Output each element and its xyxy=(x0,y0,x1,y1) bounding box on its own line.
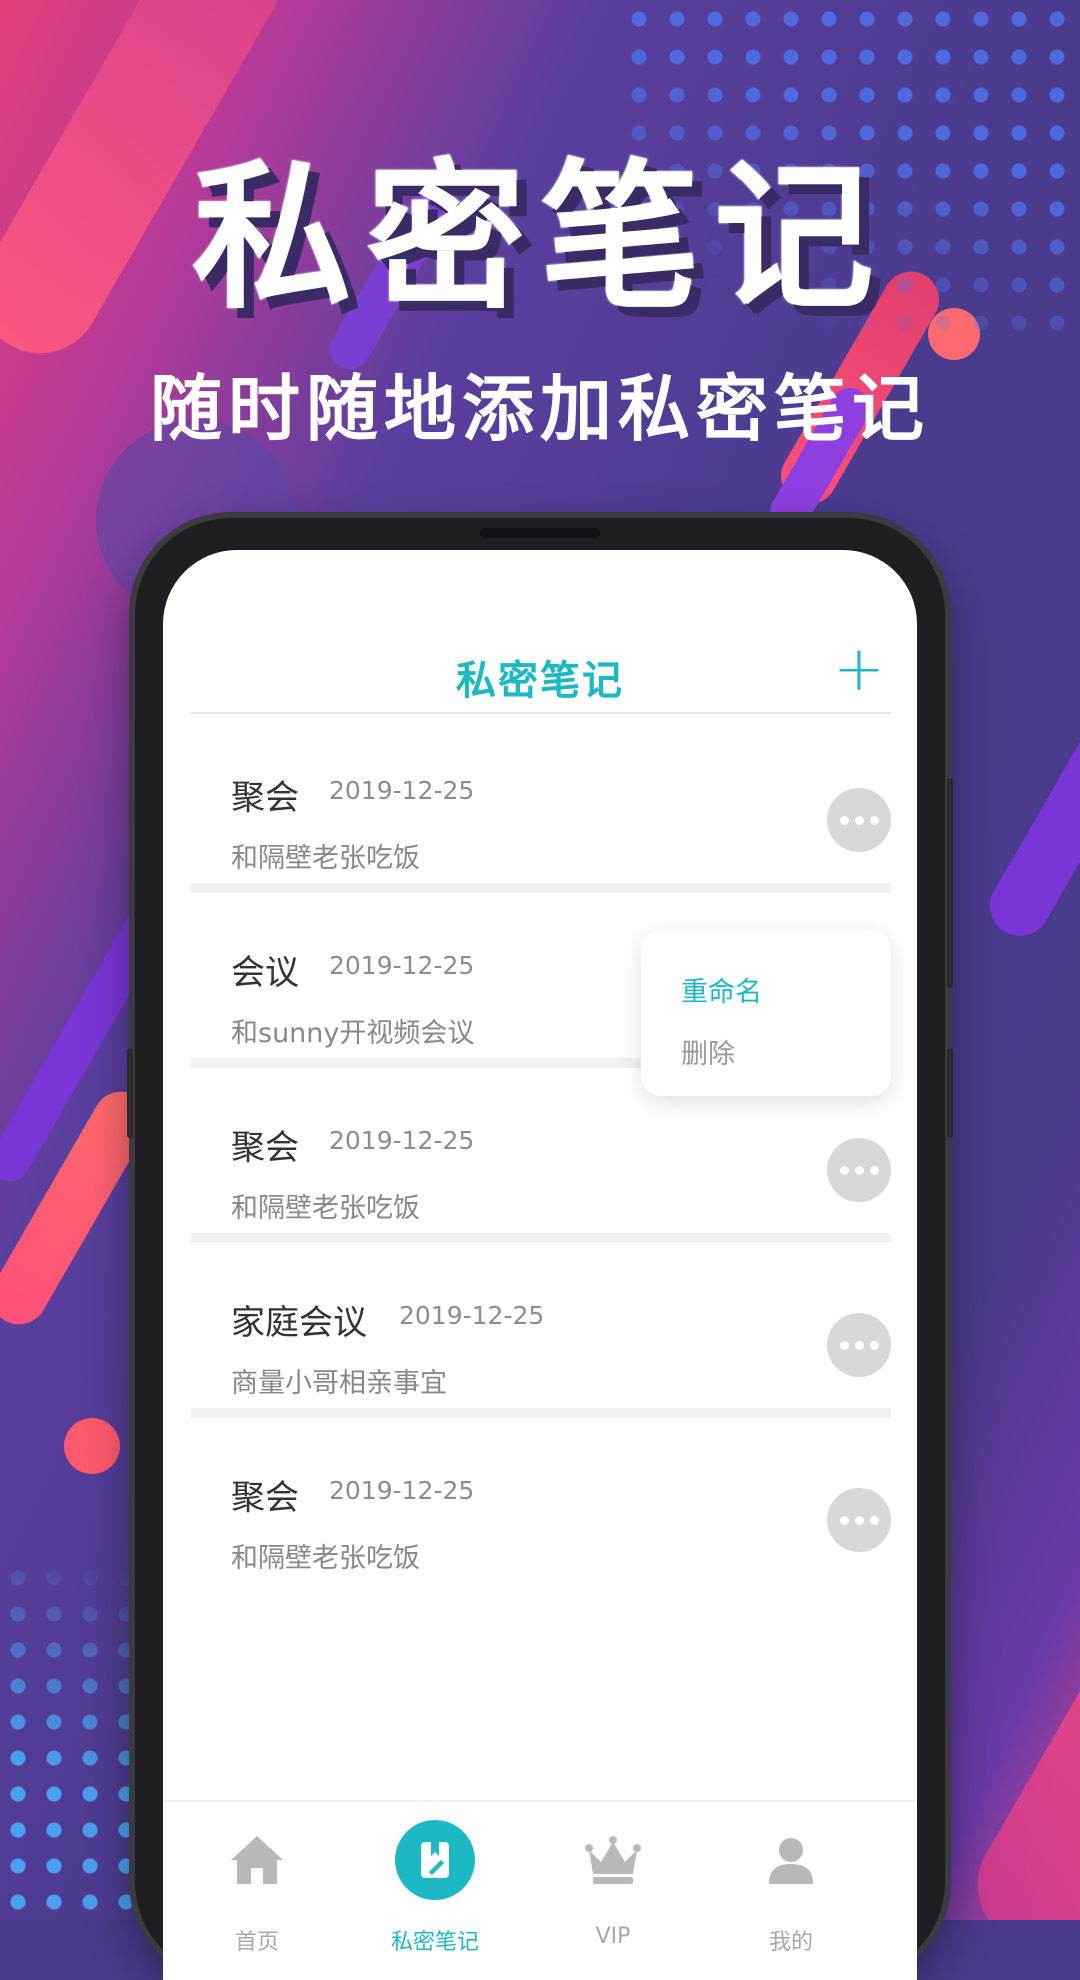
ellipsis-dot xyxy=(839,815,849,825)
add-note-button[interactable]: + xyxy=(833,638,885,700)
tab-label: VIP xyxy=(595,1924,631,1949)
note-description: 和sunny开视频会议 xyxy=(231,1018,475,1049)
ellipsis-dot xyxy=(854,1165,864,1175)
more-options-button[interactable] xyxy=(827,788,891,852)
more-options-button[interactable] xyxy=(827,1488,891,1552)
phone-volume-button xyxy=(127,1048,133,1138)
note-item[interactable]: 家庭会议 2019-12-25 商量小哥相亲事宜 xyxy=(191,1243,891,1418)
bottom-tab-bar: 首页 私密笔记 VIP 我的 xyxy=(163,1800,917,1980)
note-date: 2019-12-25 xyxy=(329,776,475,805)
tab-label: 私密笔记 xyxy=(390,1930,479,1955)
more-options-button[interactable] xyxy=(827,1313,891,1377)
tab-label: 首页 xyxy=(234,1930,279,1955)
ellipsis-dot xyxy=(839,1340,849,1350)
user-icon xyxy=(769,1838,813,1884)
note-date: 2019-12-25 xyxy=(399,1301,545,1330)
ellipsis-dot xyxy=(869,1165,879,1175)
note-date: 2019-12-25 xyxy=(329,951,475,980)
ellipsis-dot xyxy=(854,815,864,825)
note-title: 家庭会议 xyxy=(231,1303,367,1343)
phone-power-button xyxy=(947,778,953,988)
tab-notes[interactable]: 私密笔记 xyxy=(341,1802,529,1980)
note-date: 2019-12-25 xyxy=(329,1476,475,1505)
ellipsis-dot xyxy=(869,1515,879,1525)
note-title: 聚会 xyxy=(231,1478,299,1518)
tab-home[interactable]: 首页 xyxy=(163,1802,351,1980)
ellipsis-dot xyxy=(854,1515,864,1525)
note-item[interactable]: 聚会 2019-12-25 和隔壁老张吃饭 xyxy=(191,718,891,893)
tab-profile[interactable]: 我的 xyxy=(697,1802,885,1980)
notes-icon xyxy=(421,1842,449,1878)
ellipsis-dot xyxy=(854,1340,864,1350)
home-icon xyxy=(231,1836,283,1884)
phone-mockup: 私密笔记 + 聚会 2019-12-25 和隔壁老张吃饭 会议 2019-12-… xyxy=(127,518,953,1980)
note-title: 聚会 xyxy=(231,778,299,818)
note-options-popup: 重命名 删除 xyxy=(641,930,891,1096)
phone-side-button xyxy=(947,1048,953,1138)
note-list: 聚会 2019-12-25 和隔壁老张吃饭 会议 2019-12-25 和sun… xyxy=(163,718,917,1583)
note-title: 会议 xyxy=(231,953,299,993)
ellipsis-dot xyxy=(869,1340,879,1350)
note-title: 聚会 xyxy=(231,1128,299,1168)
crown-icon xyxy=(585,1836,641,1884)
promo-headline: 私密笔记 xyxy=(191,144,888,331)
note-date: 2019-12-25 xyxy=(329,1126,475,1155)
rename-menu-item[interactable]: 重命名 xyxy=(681,970,762,1009)
note-description: 和隔壁老张吃饭 xyxy=(231,1543,420,1574)
note-description: 和隔壁老张吃饭 xyxy=(231,1193,420,1224)
app-screen: 私密笔记 + 聚会 2019-12-25 和隔壁老张吃饭 会议 2019-12-… xyxy=(163,550,917,1980)
tab-label: 我的 xyxy=(768,1930,813,1955)
plus-icon: + xyxy=(833,632,885,705)
note-item[interactable]: 聚会 2019-12-25 和隔壁老张吃饭 xyxy=(191,1418,891,1583)
header-divider xyxy=(191,712,891,714)
note-description: 商量小哥相亲事宜 xyxy=(231,1368,447,1399)
phone-earpiece xyxy=(480,528,600,538)
ellipsis-dot xyxy=(839,1515,849,1525)
app-header: 私密笔记 + xyxy=(163,550,917,715)
note-description: 和隔壁老张吃饭 xyxy=(231,843,420,874)
promo-subline: 随时随地添加私密笔记 xyxy=(149,367,930,451)
page-title: 私密笔记 xyxy=(456,658,624,704)
ellipsis-dot xyxy=(869,815,879,825)
more-options-button[interactable] xyxy=(827,1138,891,1202)
ellipsis-dot xyxy=(839,1165,849,1175)
delete-menu-item[interactable]: 删除 xyxy=(681,1032,735,1071)
tab-vip[interactable]: VIP xyxy=(519,1802,707,1980)
